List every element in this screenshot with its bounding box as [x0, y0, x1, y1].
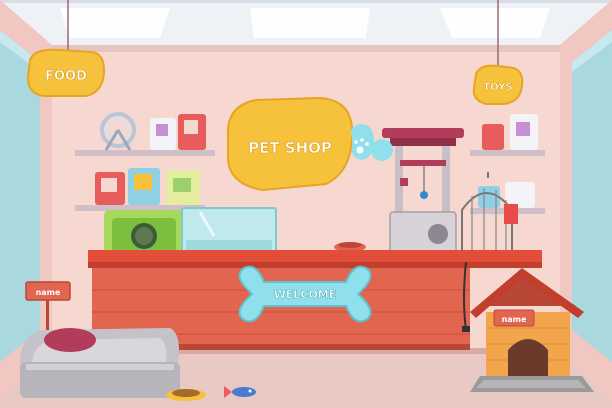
- pet-shop-scene: FOOD TOYS PET SHOP WELCOME name name: [0, 0, 612, 408]
- toy-ball: [371, 139, 393, 161]
- pet-shop-illustration: FOOD TOYS PET SHOP WELCOME name name: [0, 0, 612, 408]
- ceiling-light-right: [440, 8, 550, 38]
- ceiling-light-left: [60, 8, 170, 38]
- welcome-sign-label: WELCOME: [274, 288, 337, 301]
- food-box: [478, 186, 500, 208]
- name-post-label: name: [36, 288, 61, 297]
- food-bowl-floor: [166, 389, 206, 401]
- pillow: [44, 328, 96, 352]
- toys-sign-label: TOYS: [483, 82, 512, 93]
- pet-shop-sign-label: PET SHOP: [248, 139, 332, 157]
- doghouse-name-label: name: [502, 315, 527, 324]
- ceiling-light-center: [250, 8, 370, 38]
- pet-carrier: [104, 210, 184, 254]
- pet-bed: [20, 328, 180, 398]
- ceiling: [0, 0, 612, 52]
- food-sign-label: FOOD: [45, 69, 87, 84]
- aquarium: [181, 207, 277, 255]
- food-box: [482, 124, 504, 150]
